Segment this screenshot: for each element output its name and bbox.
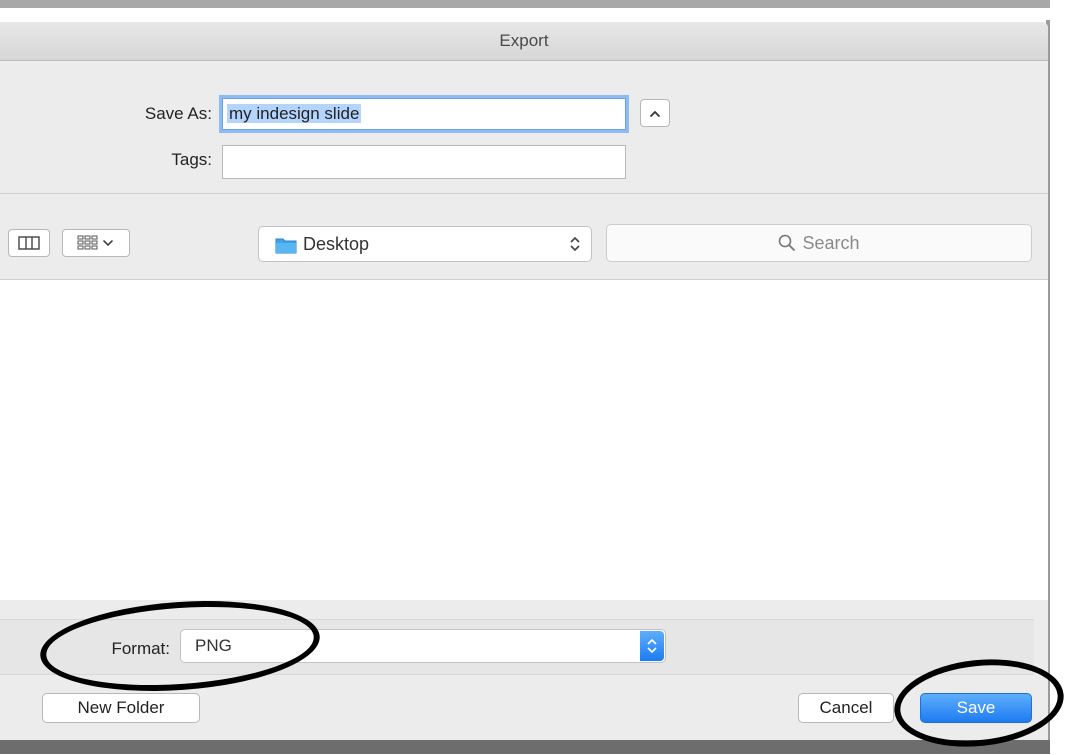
save-as-field[interactable]: my indesign slide <box>222 98 626 130</box>
group-view-button[interactable] <box>62 229 130 257</box>
location-popup[interactable]: Desktop <box>258 226 592 262</box>
up-down-arrows-icon <box>647 638 657 654</box>
search-placeholder: Search <box>802 233 860 253</box>
title-bar: Export <box>0 22 1048 61</box>
save-as-value: my indesign slide <box>227 104 362 123</box>
backdrop-bottom <box>0 740 1050 754</box>
column-view-button[interactable] <box>8 229 50 257</box>
new-folder-button[interactable]: New Folder <box>42 693 200 723</box>
cancel-button[interactable]: Cancel <box>798 693 894 723</box>
dialog-title: Export <box>499 31 549 50</box>
format-stepper <box>640 631 664 661</box>
header-separator <box>0 193 1048 194</box>
magnifier-icon <box>779 234 796 251</box>
desktop-backdrop <box>0 0 1073 8</box>
location-value: Desktop <box>303 234 370 254</box>
column-view-icon <box>18 236 40 250</box>
collapse-button[interactable] <box>640 99 670 127</box>
tags-field[interactable] <box>222 145 626 179</box>
backdrop-margin <box>1050 0 1073 754</box>
chevron-up-icon <box>650 111 660 117</box>
up-down-arrows-icon <box>570 236 580 252</box>
search-field[interactable]: Search <box>606 224 1032 262</box>
tags-label: Tags: <box>171 150 212 169</box>
folder-icon <box>275 238 297 254</box>
save-as-label: Save As: <box>144 104 212 123</box>
file-browser-area[interactable] <box>0 279 1048 600</box>
group-view-icon <box>77 235 113 250</box>
